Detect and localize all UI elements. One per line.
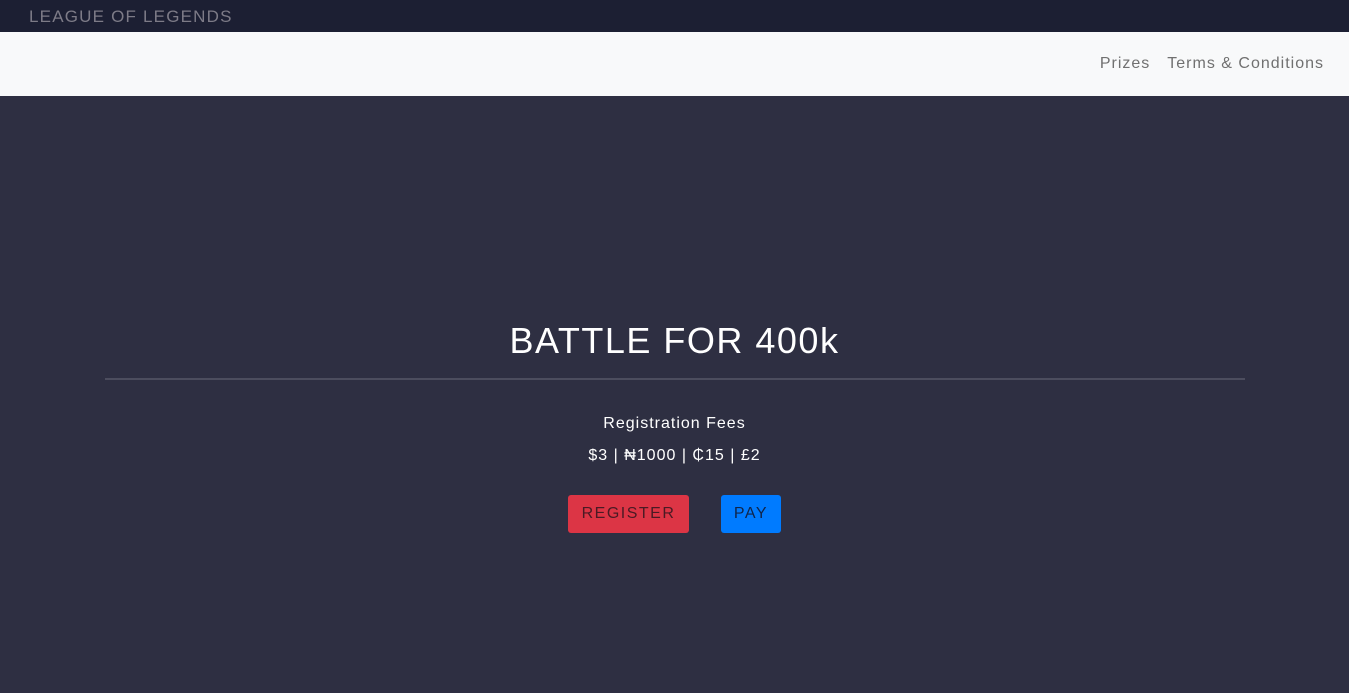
- hero-divider: [105, 378, 1245, 380]
- top-bar: LEAGUE OF LEGENDS: [0, 0, 1349, 32]
- brand-link[interactable]: LEAGUE OF LEGENDS: [29, 7, 233, 27]
- nav-bar: Prizes Terms & Conditions: [0, 32, 1349, 96]
- registration-fees-values: $3 | ₦1000 | ₵15 | £2: [588, 447, 761, 464]
- hero-section: BATTLE FOR 400k Registration Fees $3 | ₦…: [0, 96, 1349, 693]
- hero-title: BATTLE FOR 400k: [509, 320, 840, 361]
- nav-link-terms[interactable]: Terms & Conditions: [1167, 55, 1324, 73]
- nav-links: Prizes Terms & Conditions: [1100, 55, 1324, 73]
- pay-button[interactable]: PAY: [721, 495, 781, 533]
- register-button[interactable]: REGISTER: [568, 495, 689, 533]
- registration-fees-label: Registration Fees: [603, 415, 746, 432]
- nav-link-prizes[interactable]: Prizes: [1100, 55, 1150, 73]
